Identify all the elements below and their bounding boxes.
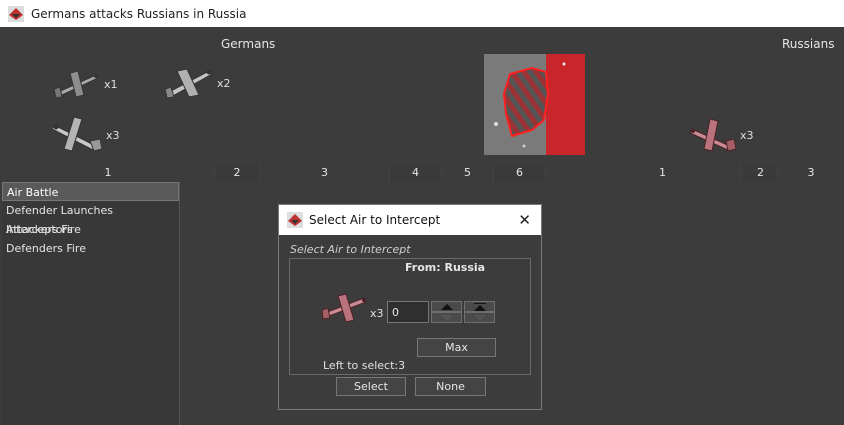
attacker-unit-fighter: x1: [52, 67, 118, 101]
arrow-down-icon: [440, 314, 453, 321]
attacker-unit-bomber: x2: [163, 65, 231, 101]
step-air-battle[interactable]: Air Battle: [2, 182, 179, 201]
dialog-titlebar: Select Air to Intercept ✕: [279, 205, 541, 235]
attacker-unit-heavy-bomber: x3: [50, 115, 120, 155]
dialog-caption: Select Air to Intercept: [290, 243, 411, 256]
decrement-all-button[interactable]: [464, 312, 495, 323]
dice-column-2: 2: [744, 164, 778, 181]
battle-panel: Germans Russians x1 x2 x3 x3 1 2 3 4 5 6…: [0, 27, 844, 425]
russian-fighter-icon: [689, 118, 737, 152]
step-defenders-fire[interactable]: Defenders Fire: [2, 239, 179, 258]
decrement-button[interactable]: [431, 312, 462, 323]
select-air-intercept-dialog: Select Air to Intercept ✕ Select Air to …: [278, 204, 542, 410]
attacker-label: Germans: [221, 37, 276, 51]
intercept-selection-panel: From: Russia x3 0 Max Left to select:3: [289, 258, 531, 375]
double-arrow-down-icon: [473, 314, 486, 321]
unit-count: x1: [104, 77, 118, 91]
dice-column-1: 1: [586, 164, 740, 181]
dice-column-1: 1: [2, 164, 215, 181]
intercept-quantity-input[interactable]: [387, 301, 429, 323]
quantity-stepper: [431, 301, 462, 323]
app-icon: [287, 212, 303, 228]
window-titlebar: Germans attacks Russians in Russia: [0, 0, 844, 27]
defender-unit-fighter: x3: [688, 117, 754, 153]
defender-label: Russians: [782, 37, 835, 51]
increment-button[interactable]: [431, 301, 462, 312]
battle-step-list[interactable]: Air Battle Defender Launches Interceptor…: [2, 182, 180, 425]
german-bomber-icon: [164, 68, 213, 99]
app-icon: [8, 5, 24, 22]
dice-column-3: 3: [260, 164, 390, 181]
increment-all-button[interactable]: [464, 301, 495, 312]
window-title: Germans attacks Russians in Russia: [31, 6, 247, 21]
from-territory-label: From: Russia: [405, 261, 486, 274]
territory-map-icon: [484, 54, 585, 155]
close-icon[interactable]: ✕: [518, 211, 531, 229]
german-heavy-bomber-icon: [51, 116, 103, 152]
unit-count: x3: [740, 128, 754, 142]
intercept-unit-image: [320, 292, 370, 331]
german-fighter-icon: [53, 70, 99, 99]
double-arrow-up-icon: [473, 302, 486, 311]
unit-count: x2: [217, 76, 231, 90]
quantity-max-stepper: [464, 301, 495, 323]
russian-fighter-icon: [321, 293, 367, 323]
dialog-title: Select Air to Intercept: [309, 213, 441, 227]
dice-column-5: 5: [442, 164, 494, 181]
none-button[interactable]: None: [415, 377, 486, 396]
dice-column-6: 6: [494, 164, 546, 181]
step-attackers-fire[interactable]: Attackers Fire: [2, 220, 179, 239]
step-defender-launches-interceptors[interactable]: Defender Launches Interceptors: [2, 201, 179, 236]
territory-russia-image: [484, 54, 585, 155]
dice-column-2: 2: [215, 164, 260, 181]
max-button[interactable]: Max: [417, 338, 496, 357]
dice-column-3: 3: [807, 166, 815, 179]
arrow-up-icon: [440, 303, 453, 310]
unit-count: x3: [106, 128, 120, 142]
left-to-select-label: Left to select:3: [323, 359, 406, 372]
select-button[interactable]: Select: [336, 377, 406, 396]
defender-dice-row: 1 2 3: [586, 164, 844, 181]
attacker-dice-row: 1 2 3 4 5 6: [2, 164, 546, 181]
intercept-unit-count: x3: [370, 307, 384, 320]
dice-column-4: 4: [390, 164, 442, 181]
